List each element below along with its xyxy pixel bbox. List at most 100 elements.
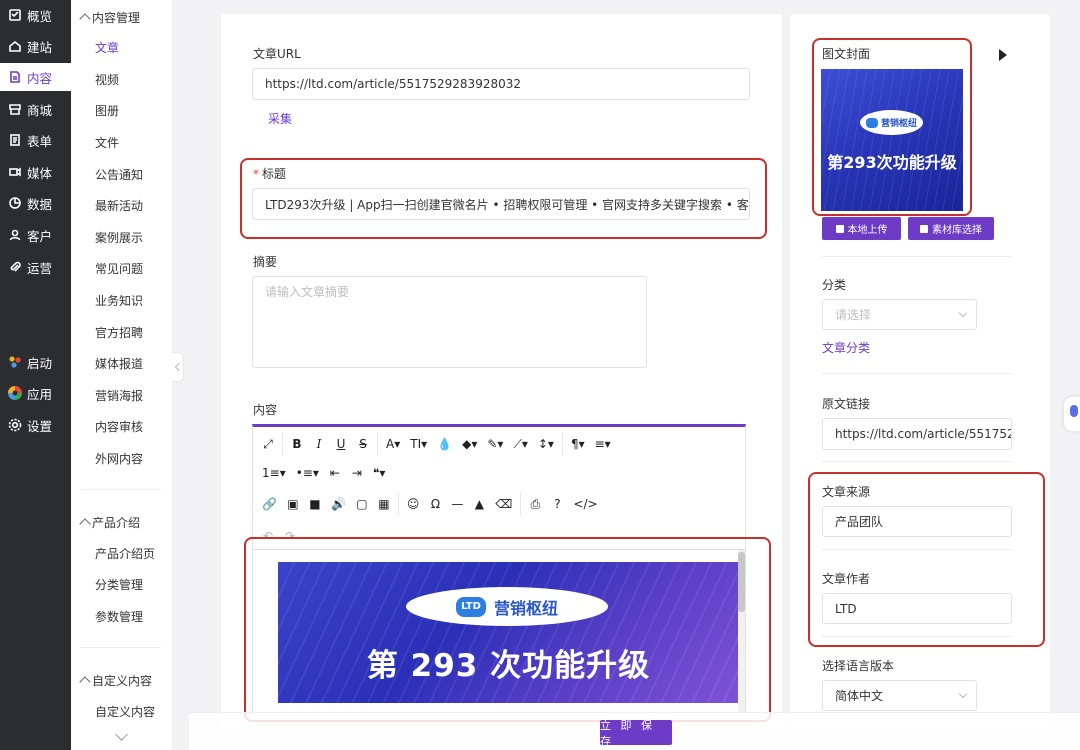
strikethrough-button[interactable]: S: [352, 433, 374, 455]
subnav-item-recruit[interactable]: 官方招聘: [95, 324, 143, 341]
paragraph-icon[interactable]: ¶▾: [566, 433, 590, 455]
subnav-item-faq[interactable]: 常见问题: [95, 260, 143, 277]
divider: [822, 461, 1012, 462]
line-height-icon[interactable]: ↕▾: [533, 433, 559, 455]
category-link[interactable]: 文章分类: [822, 339, 870, 356]
subnav-item-press[interactable]: 媒体报道: [95, 355, 143, 372]
source-link-input[interactable]: https://ltd.com/article/5517529: [822, 418, 1012, 450]
font-size-button[interactable]: TI▾: [405, 433, 432, 455]
ordered-list-icon[interactable]: 1≡▾: [257, 462, 291, 484]
library-select-button[interactable]: 素材库选择: [908, 217, 994, 240]
link-icon[interactable]: 🔗: [257, 493, 282, 515]
subnav-item-event[interactable]: 最新活动: [95, 197, 143, 214]
attachment-icon: [8, 260, 22, 274]
quote-icon[interactable]: ❝▾: [368, 462, 390, 484]
collect-link[interactable]: 采集: [268, 110, 292, 127]
chevron-down-icon: [958, 689, 968, 699]
subnav-group-product[interactable]: 产品介绍: [79, 514, 140, 531]
divider: [822, 256, 1012, 257]
chevron-down-icon[interactable]: [115, 728, 128, 741]
magic-wand-icon[interactable]: ⟋▾: [508, 433, 532, 455]
rail-item-settings[interactable]: 设置: [0, 411, 71, 439]
rail-item-media[interactable]: 媒体: [0, 158, 71, 186]
rail-item-customer[interactable]: 客户: [0, 221, 71, 249]
chevron-left-icon: [174, 362, 184, 372]
rail-item-operation[interactable]: 运营: [0, 253, 71, 281]
audio-icon[interactable]: 🔊: [326, 493, 351, 515]
rail-item-apps[interactable]: 应用: [0, 379, 71, 407]
subnav-item-external[interactable]: 外网内容: [95, 450, 143, 467]
subnav-divider: [81, 489, 161, 490]
url-input[interactable]: https://ltd.com/article/5517529283928032: [252, 68, 750, 100]
subnav-item-case[interactable]: 案例展示: [95, 229, 143, 246]
outdent-icon[interactable]: ⇤: [324, 462, 346, 484]
file-icon[interactable]: ▢: [351, 493, 373, 515]
subnav-item-article[interactable]: 文章: [95, 39, 119, 56]
print-icon[interactable]: ⎙: [524, 493, 546, 515]
image-icon[interactable]: ▣: [282, 493, 304, 515]
subnav-item-review[interactable]: 内容审核: [95, 418, 143, 435]
subnav-item-file[interactable]: 文件: [95, 134, 119, 151]
subnav-item-product-page[interactable]: 产品介绍页: [95, 545, 155, 562]
rail-item-launch[interactable]: 启动: [0, 348, 71, 376]
language-value: 简体中文: [835, 689, 884, 703]
category-label: 分类: [822, 278, 847, 292]
rail-item-overview[interactable]: 概览: [0, 1, 71, 29]
subnav-group-custom[interactable]: 自定义内容: [79, 672, 152, 689]
save-button[interactable]: 立 即 保 存: [600, 719, 672, 748]
category-select[interactable]: 请选择: [822, 299, 977, 330]
rail-label: 建站: [27, 39, 53, 55]
table-icon[interactable]: ▦: [373, 493, 395, 515]
subnav-item-custom[interactable]: 自定义内容: [95, 703, 155, 720]
editor-toolbar-row-3: 🔗 ▣ ■ 🔊 ▢ ▦ ☺ Ω — ▲ ⌫ ⎙ ? </>: [257, 490, 603, 518]
subnav-item-knowledge[interactable]: 业务知识: [95, 292, 143, 309]
italic-button[interactable]: I: [308, 433, 330, 455]
rail-item-data[interactable]: 数据: [0, 189, 71, 217]
gear-icon: [8, 418, 22, 432]
indent-icon[interactable]: ⇥: [346, 462, 368, 484]
font-color-button[interactable]: A▾: [381, 433, 405, 455]
document-icon: [8, 70, 22, 84]
brush-icon[interactable]: ✎▾: [482, 433, 508, 455]
local-upload-button[interactable]: 本地上传: [822, 217, 901, 240]
subnav-item-video[interactable]: 视频: [95, 71, 119, 88]
select-all-icon[interactable]: ▲: [468, 493, 490, 515]
rail-item-site[interactable]: 建站: [0, 32, 71, 60]
collapse-sidebar-button[interactable]: [172, 352, 184, 382]
rail-item-content[interactable]: 内容: [0, 63, 71, 91]
voice-assistant-icon[interactable]: [1064, 397, 1080, 431]
eraser-icon[interactable]: ⌫: [490, 493, 517, 515]
subnav-item-poster[interactable]: 营销海报: [95, 387, 143, 404]
emoji-icon[interactable]: ☺: [402, 493, 425, 515]
subnav-item-notice[interactable]: 公告通知: [95, 166, 143, 183]
rail-label: 媒体: [27, 165, 53, 181]
video-icon[interactable]: ■: [304, 493, 326, 515]
source-code-icon[interactable]: </>: [568, 493, 602, 515]
rail-item-form[interactable]: 表单: [0, 126, 71, 154]
summary-textarea[interactable]: 请输入文章摘要: [252, 276, 647, 368]
play-icon[interactable]: [999, 49, 1007, 61]
cloud-icon: [920, 224, 928, 233]
unordered-list-icon[interactable]: •≡▾: [291, 462, 324, 484]
highlight-icon[interactable]: 💧: [432, 433, 457, 455]
subnav-item-params[interactable]: 参数管理: [95, 608, 143, 625]
help-icon[interactable]: ?: [546, 493, 568, 515]
subnav-group-content[interactable]: 内容管理: [79, 9, 140, 26]
subnav-item-gallery[interactable]: 图册: [95, 102, 119, 119]
language-label: 选择语言版本: [822, 659, 895, 673]
horizontal-rule-icon[interactable]: —: [446, 493, 468, 515]
icon-rail: 概览 建站 内容 商城 表单 媒体 数据 客户 运营 启动 应用 设置: [0, 0, 71, 750]
subnav-item-category[interactable]: 分类管理: [95, 576, 143, 593]
content-label: 内容: [253, 403, 278, 417]
rail-label: 设置: [27, 418, 53, 434]
fullscreen-icon[interactable]: ⤢: [257, 433, 279, 455]
overview-icon: [8, 8, 22, 22]
align-icon[interactable]: ≡▾: [590, 433, 616, 455]
underline-button[interactable]: U: [330, 433, 352, 455]
bold-button[interactable]: B: [286, 433, 308, 455]
special-char-icon[interactable]: Ω: [424, 493, 446, 515]
tag-icon[interactable]: ◆▾: [457, 433, 482, 455]
rail-label: 内容: [27, 70, 53, 86]
rail-item-shop[interactable]: 商城: [0, 95, 71, 123]
language-select[interactable]: 简体中文: [822, 680, 977, 711]
